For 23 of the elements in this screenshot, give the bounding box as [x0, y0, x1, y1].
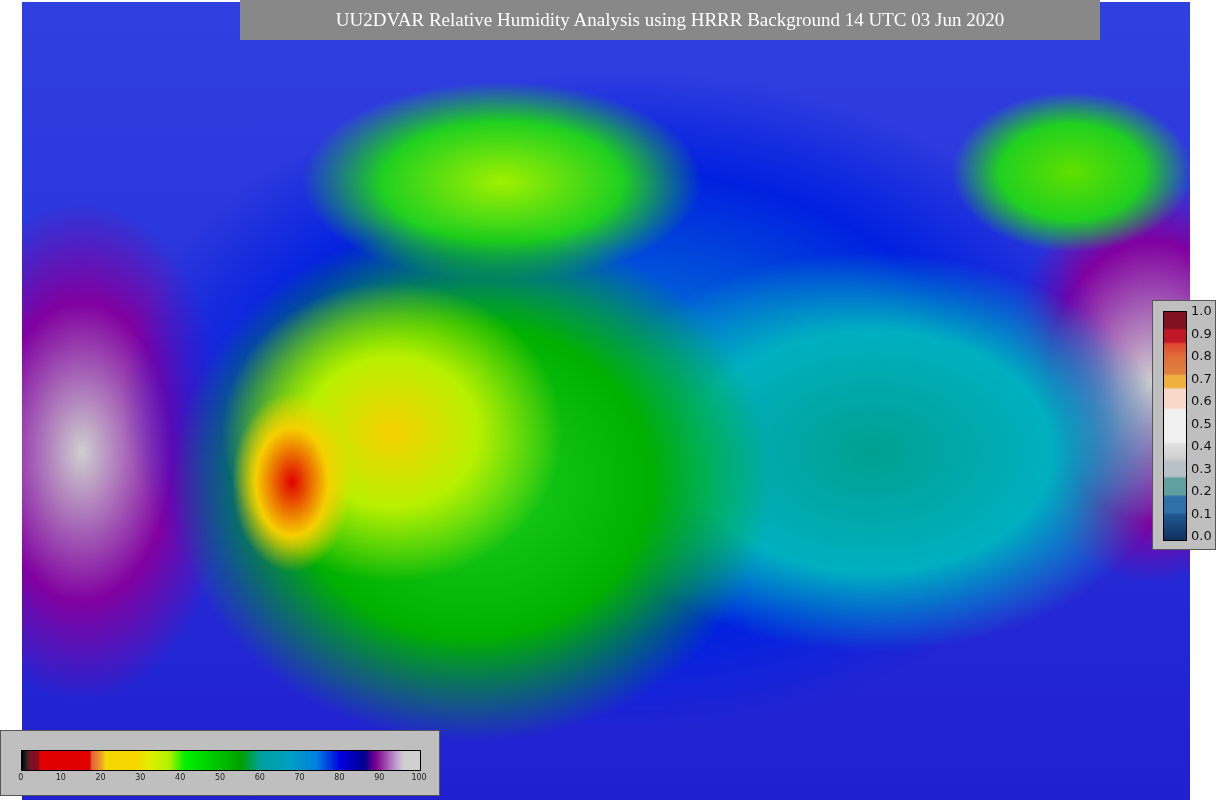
tick-label: 90	[373, 773, 386, 782]
tick-label: 20	[94, 773, 107, 782]
tick-label: 60	[253, 773, 266, 782]
tick-label: 0.8	[1191, 348, 1212, 363]
tick-label: 1.0	[1191, 303, 1212, 318]
tick-label: 0.0	[1191, 528, 1212, 543]
tick-label: 0	[17, 773, 25, 782]
tick-label: 30	[134, 773, 147, 782]
tick-label: 80	[333, 773, 346, 782]
tick-label: 0.3	[1191, 460, 1212, 476]
tick-label: 100	[410, 773, 428, 782]
tick-label: 0.4	[1191, 438, 1212, 453]
tick-label: 70	[293, 773, 306, 782]
tick-label: 50	[213, 773, 227, 782]
tick-label: 0.6	[1191, 393, 1212, 408]
tick-label: 0.5	[1191, 415, 1212, 431]
tick-label: 0.7	[1191, 370, 1212, 386]
tick-label: 0.1	[1191, 505, 1212, 521]
tick-label: 0.2	[1191, 483, 1212, 498]
map-title: UU2DVAR Relative Humidity Analysis using HRRR Background 14 UTC 03 Jun 2020	[240, 0, 1100, 40]
tick-label: 0.9	[1191, 325, 1212, 341]
tick-label: 10	[54, 773, 67, 782]
tick-label: 40	[174, 773, 187, 782]
